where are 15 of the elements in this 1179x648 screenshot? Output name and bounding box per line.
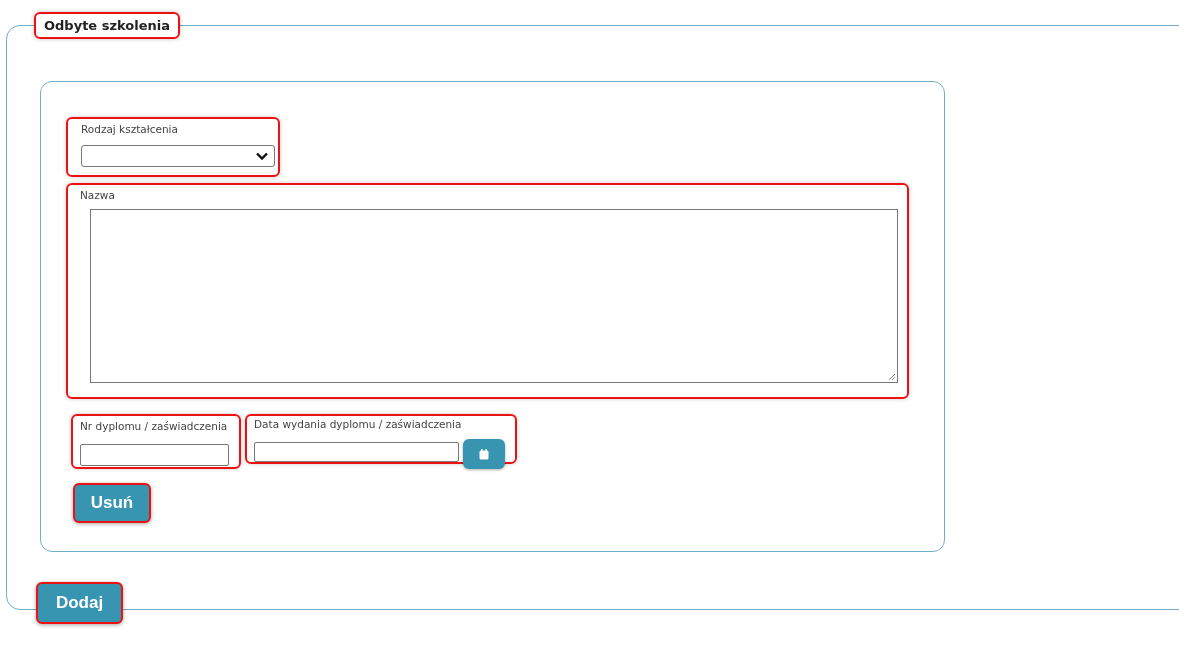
chevron-down-icon xyxy=(256,152,268,160)
calendar-icon xyxy=(479,448,489,460)
calendar-button[interactable] xyxy=(463,439,505,469)
resize-grip-icon xyxy=(886,371,896,381)
field-label: Nr dyplomu / zaświadczenia xyxy=(80,420,229,432)
date-field[interactable] xyxy=(254,442,459,462)
input-field[interactable] xyxy=(80,444,229,466)
section-title: Odbyte szkolenia xyxy=(34,12,180,39)
remove-button[interactable]: Usuń xyxy=(73,483,151,523)
field-label: Rodzaj kształcenia xyxy=(81,123,179,135)
select-field[interactable] xyxy=(81,145,275,167)
textarea-field[interactable] xyxy=(90,209,898,383)
field-label: Nazwa xyxy=(80,189,116,201)
add-button[interactable]: Dodaj xyxy=(36,582,123,624)
field-label: Data wydania dyplomu / zaświadczenia xyxy=(254,418,463,430)
